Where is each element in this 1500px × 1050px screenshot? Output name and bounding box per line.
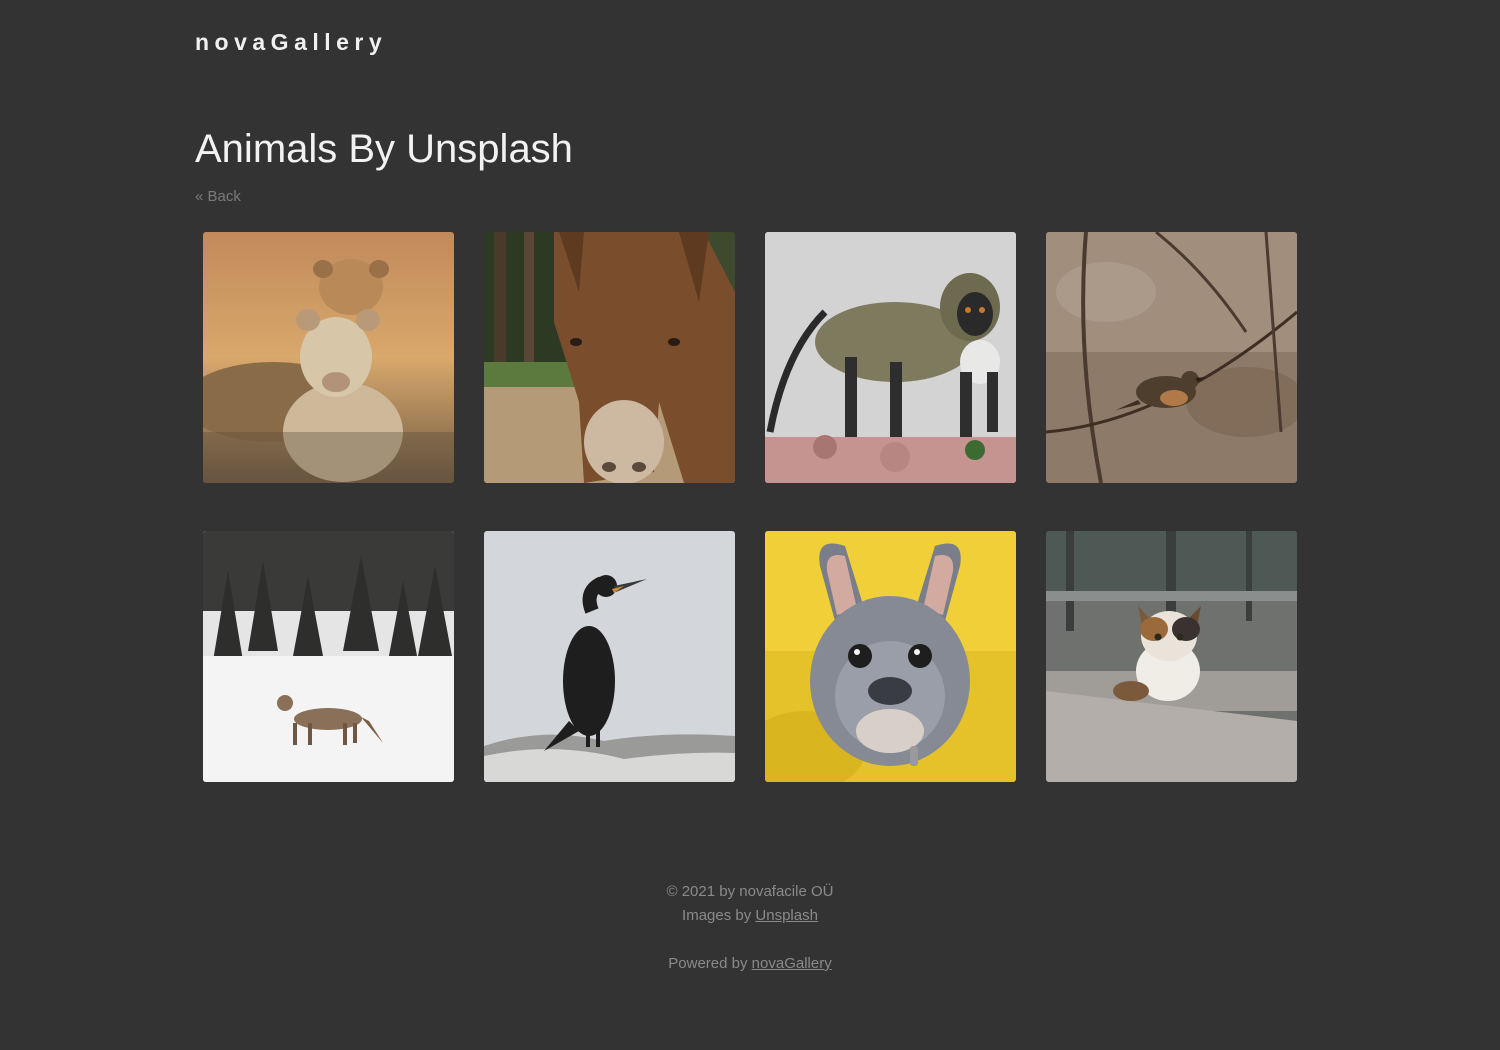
unsplash-link[interactable]: Unsplash bbox=[755, 907, 818, 924]
coyote-image bbox=[203, 531, 454, 782]
photo-lions[interactable] bbox=[203, 232, 454, 483]
copyright-text: © 2021 by novafacile OÜ bbox=[666, 883, 834, 900]
page-title: Animals By Unsplash bbox=[195, 127, 573, 171]
brand-logo-link[interactable]: novaGallery bbox=[195, 29, 387, 56]
photo-bulldog[interactable] bbox=[765, 531, 1016, 782]
photo-cormorant[interactable] bbox=[484, 531, 735, 782]
photo-cat[interactable] bbox=[1046, 531, 1297, 782]
images-credit: Images by Unsplash bbox=[195, 904, 1305, 928]
footer: © 2021 by novafacile OÜ Images by Unspla… bbox=[195, 880, 1305, 976]
images-credit-prefix: Images by bbox=[682, 907, 756, 924]
bird-image bbox=[1046, 232, 1297, 483]
photo-monkey[interactable] bbox=[765, 232, 1016, 483]
powered-by: Powered by novaGallery bbox=[195, 952, 1305, 976]
lions-image bbox=[203, 232, 454, 483]
cat-image bbox=[1046, 531, 1297, 782]
bulldog-image bbox=[765, 531, 1016, 782]
photo-donkey[interactable] bbox=[484, 232, 735, 483]
donkey-image bbox=[484, 232, 735, 483]
gallery-grid bbox=[203, 232, 1297, 782]
back-link[interactable]: « Back bbox=[195, 188, 241, 205]
powered-by-prefix: Powered by bbox=[668, 955, 752, 972]
cormorant-image bbox=[484, 531, 735, 782]
photo-bird[interactable] bbox=[1046, 232, 1297, 483]
novagallery-link[interactable]: novaGallery bbox=[752, 955, 832, 972]
photo-coyote[interactable] bbox=[203, 531, 454, 782]
monkey-image bbox=[765, 232, 1016, 483]
